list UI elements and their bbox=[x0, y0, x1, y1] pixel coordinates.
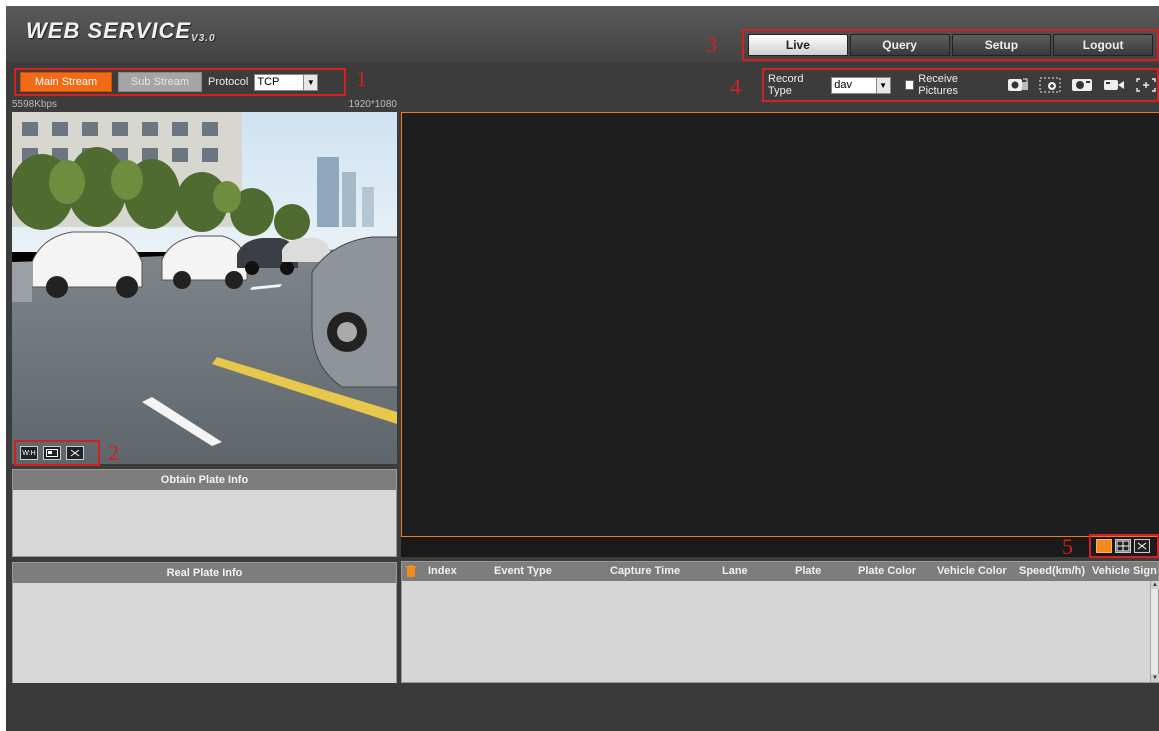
protocol-label: Protocol bbox=[208, 76, 249, 88]
tab-setup[interactable]: Setup bbox=[951, 34, 1052, 56]
snapshot-icon[interactable] bbox=[1071, 77, 1093, 93]
tab-live[interactable]: Live bbox=[748, 34, 848, 56]
video-info: 5598Kbps 1920*1080 bbox=[12, 99, 397, 111]
marker-2: 2 bbox=[108, 440, 119, 465]
record-toolbar: Record Type dav ▼ Receive Pictures bbox=[762, 68, 1159, 102]
col-vehicle-color[interactable]: Vehicle Color bbox=[937, 565, 1007, 577]
event-table: Index Event Type Capture Time Lane Plate… bbox=[401, 561, 1159, 683]
event-table-header: Index Event Type Capture Time Lane Plate… bbox=[402, 562, 1158, 581]
fullscreen-icon[interactable] bbox=[1134, 539, 1150, 553]
obtain-plate-panel: Obtain Plate Info bbox=[12, 469, 397, 557]
real-plate-panel: Real Plate Info bbox=[12, 562, 397, 686]
col-vehicle-sign[interactable]: Vehicle Sign bbox=[1092, 565, 1157, 577]
table-scrollbar[interactable]: ▲ ▼ bbox=[1150, 581, 1159, 682]
scroll-down-icon[interactable]: ▼ bbox=[1151, 674, 1159, 682]
chevron-down-icon: ▼ bbox=[875, 77, 890, 93]
footer bbox=[6, 683, 1159, 731]
col-lane[interactable]: Lane bbox=[722, 565, 748, 577]
trash-icon[interactable] bbox=[406, 565, 416, 580]
scroll-up-icon[interactable]: ▲ bbox=[1151, 581, 1159, 589]
sub-stream-button[interactable]: Sub Stream bbox=[118, 72, 202, 92]
logo: WEB SERVICEV3.0 bbox=[26, 18, 216, 44]
col-plate-color[interactable]: Plate Color bbox=[858, 565, 916, 577]
tab-logout[interactable]: Logout bbox=[1053, 34, 1153, 56]
receive-pictures-label: Receive Pictures bbox=[918, 73, 958, 97]
real-plate-title: Real Plate Info bbox=[13, 563, 396, 583]
fullscreen-icon[interactable] bbox=[1135, 77, 1157, 93]
chevron-down-icon: ▼ bbox=[303, 74, 318, 90]
logo-version: V3.0 bbox=[191, 33, 216, 44]
layout-tools bbox=[1089, 534, 1159, 558]
app-window: WEB SERVICEV3.0 3 Live Query Setup Logou… bbox=[6, 6, 1159, 731]
manual-capture-icon[interactable] bbox=[1007, 77, 1029, 93]
marker-5: 5 bbox=[1062, 534, 1073, 559]
logo-text: WEB SERVICE bbox=[26, 18, 192, 43]
protocol-select[interactable]: TCP ▼ bbox=[254, 73, 319, 91]
capture-view[interactable] bbox=[401, 112, 1159, 537]
aspect-ratio-icon[interactable]: W:H bbox=[20, 446, 38, 460]
record-type-select[interactable]: dav ▼ bbox=[831, 76, 891, 94]
fullscreen-icon[interactable] bbox=[66, 446, 84, 460]
original-size-icon[interactable] bbox=[43, 446, 61, 460]
receive-pictures-checkbox[interactable] bbox=[904, 80, 915, 90]
single-layout-icon[interactable] bbox=[1096, 539, 1112, 553]
col-index[interactable]: Index bbox=[428, 565, 457, 577]
header: WEB SERVICEV3.0 3 Live Query Setup Logou… bbox=[6, 6, 1159, 62]
record-type-value: dav bbox=[834, 79, 853, 91]
marker-4: 4 bbox=[730, 74, 741, 99]
bitrate-text: 5598Kbps bbox=[12, 99, 58, 110]
quad-layout-icon[interactable] bbox=[1115, 539, 1131, 553]
obtain-plate-title: Obtain Plate Info bbox=[13, 470, 396, 490]
marker-1: 1 bbox=[356, 66, 367, 91]
col-event-type[interactable]: Event Type bbox=[494, 565, 552, 577]
main-nav: Live Query Setup Logout bbox=[742, 29, 1159, 61]
video-frame-image bbox=[12, 112, 397, 464]
resolution-text: 1920*1080 bbox=[348, 99, 397, 110]
col-capture-time[interactable]: Capture Time bbox=[610, 565, 680, 577]
zoom-region-icon[interactable] bbox=[1039, 77, 1061, 93]
record-video-icon[interactable] bbox=[1103, 77, 1125, 93]
col-plate[interactable]: Plate bbox=[795, 565, 821, 577]
record-type-label: Record Type bbox=[768, 73, 804, 97]
tab-query[interactable]: Query bbox=[849, 34, 950, 56]
protocol-value: TCP bbox=[257, 76, 280, 88]
marker-3: 3 bbox=[706, 32, 717, 57]
stream-toolbar: Main Stream Sub Stream Protocol TCP ▼ bbox=[14, 68, 346, 96]
live-video[interactable] bbox=[12, 112, 397, 464]
main-stream-button[interactable]: Main Stream bbox=[20, 72, 112, 92]
view-status-strip bbox=[401, 537, 1159, 557]
col-speed[interactable]: Speed(km/h) bbox=[1019, 565, 1085, 577]
video-tools: W:H bbox=[14, 440, 100, 466]
